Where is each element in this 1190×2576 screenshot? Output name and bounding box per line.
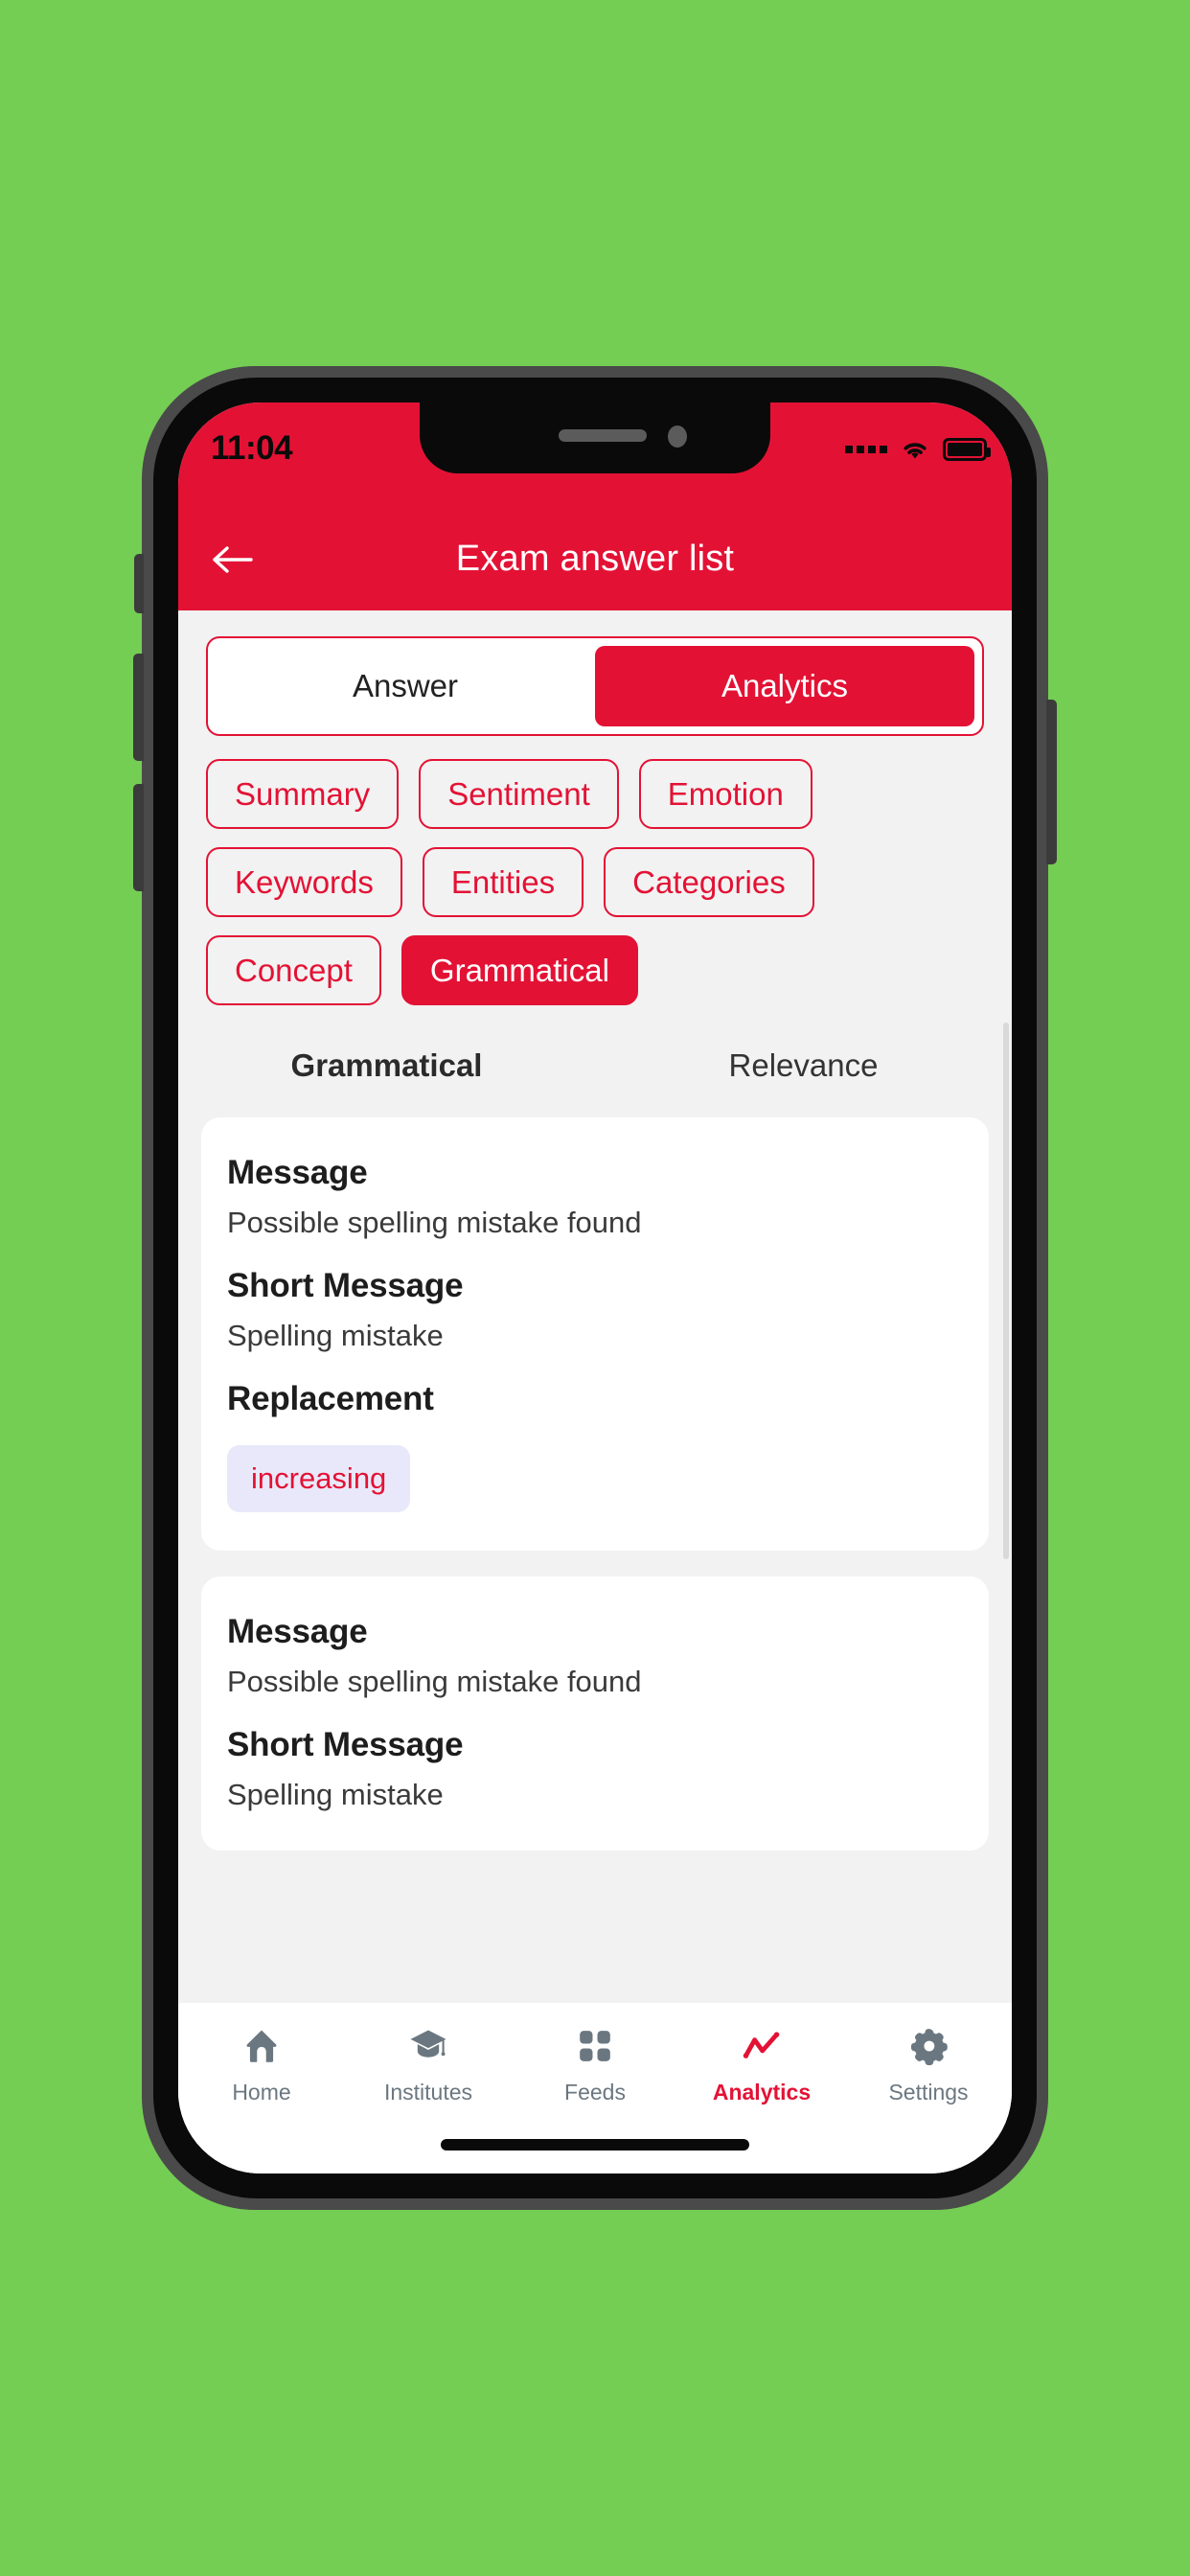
arrow-left-icon [213,545,253,573]
chip-summary[interactable]: Summary [206,759,400,829]
chip-sentiment[interactable]: Sentiment [419,759,619,829]
scroll-region[interactable]: Answer Analytics Summary Sentiment Emoti… [178,610,1012,2068]
grammatical-card[interactable]: Message Possible spelling mistake found … [201,1117,989,1551]
wifi-icon [904,443,927,459]
nav-label: Analytics [712,2080,812,2104]
nav-item-settings[interactable]: Settings [845,2024,1012,2105]
message-value: Possible spelling mistake found [227,1665,642,1698]
signal-dots-icon [845,446,887,453]
chip-keywords[interactable]: Keywords [206,847,402,917]
analysis-chip-group: Summary Sentiment Emotion Keywords Entit… [206,759,984,1005]
home-icon [240,2024,284,2068]
status-bar: 11:04 [178,402,1012,508]
device-notch [420,402,770,473]
nav-item-feeds[interactable]: Feeds [512,2024,678,2105]
nav-label: Feeds [564,2080,626,2104]
phone-screen: 11:04 Exam answer list Answer Analytics … [178,402,1012,2174]
replacement-label: Replacement [227,1380,434,1417]
earpiece-speaker [559,429,647,442]
grammatical-card[interactable]: Message Possible spelling mistake found … [201,1576,989,1851]
gear-icon [906,2024,950,2068]
grammatical-result-list: Message Possible spelling mistake found … [201,1117,989,1851]
screenshot-stage: 11:04 Exam answer list Answer Analytics … [0,0,1190,2576]
nav-label: Home [232,2080,291,2104]
phone-bezel: 11:04 Exam answer list Answer Analytics … [153,378,1037,2198]
replacement-chip[interactable]: increasing [227,1445,411,1512]
battery-full-icon [943,438,991,461]
message-label: Message [227,1613,368,1650]
chip-entities[interactable]: Entities [422,847,584,917]
nav-item-analytics[interactable]: Analytics [678,2024,845,2105]
chip-concept[interactable]: Concept [206,935,381,1005]
graduation-cap-icon [406,2024,450,2068]
nav-label: Settings [888,2080,969,2104]
phone-frame: 11:04 Exam answer list Answer Analytics … [133,366,1057,2210]
tab-answer[interactable]: Answer [216,646,595,726]
nav-item-institutes[interactable]: Institutes [345,2024,512,2105]
chip-categories[interactable]: Categories [604,847,814,917]
vertical-scrollbar[interactable] [1003,1023,1009,1559]
short-message-value: Spelling mistake [227,1319,444,1352]
message-label: Message [227,1154,368,1191]
power-button[interactable] [1046,700,1057,864]
subtab-relevance[interactable]: Relevance [595,1047,1012,1084]
line-chart-icon [740,2024,784,2068]
grid-icon [573,2024,617,2068]
status-bar-time: 11:04 [211,429,293,467]
short-message-label: Short Message [227,1267,464,1304]
app-bar: Exam answer list [178,508,1012,610]
chip-grammatical[interactable]: Grammatical [400,935,638,1005]
back-button[interactable] [205,532,261,587]
chip-emotion[interactable]: Emotion [638,759,812,829]
message-value: Possible spelling mistake found [227,1206,642,1239]
answer-analytics-toggle: Answer Analytics [206,636,984,736]
app-content: Answer Analytics Summary Sentiment Emoti… [178,610,1012,2174]
subtab-grammatical[interactable]: Grammatical [178,1047,595,1084]
front-camera [668,426,687,448]
status-bar-indicators [845,437,991,462]
short-message-label: Short Message [227,1726,464,1763]
tab-analytics[interactable]: Analytics [595,646,974,726]
page-title: Exam answer list [455,539,735,579]
nav-item-home[interactable]: Home [178,2024,345,2105]
home-indicator[interactable] [441,2139,749,2150]
result-sub-tabs: Grammatical Relevance [178,1047,1012,1084]
nav-label: Institutes [383,2080,473,2104]
volume-down-button[interactable] [133,784,144,891]
volume-up-button[interactable] [133,654,144,761]
mute-switch-button[interactable] [134,554,144,613]
short-message-value: Spelling mistake [227,1778,444,1811]
